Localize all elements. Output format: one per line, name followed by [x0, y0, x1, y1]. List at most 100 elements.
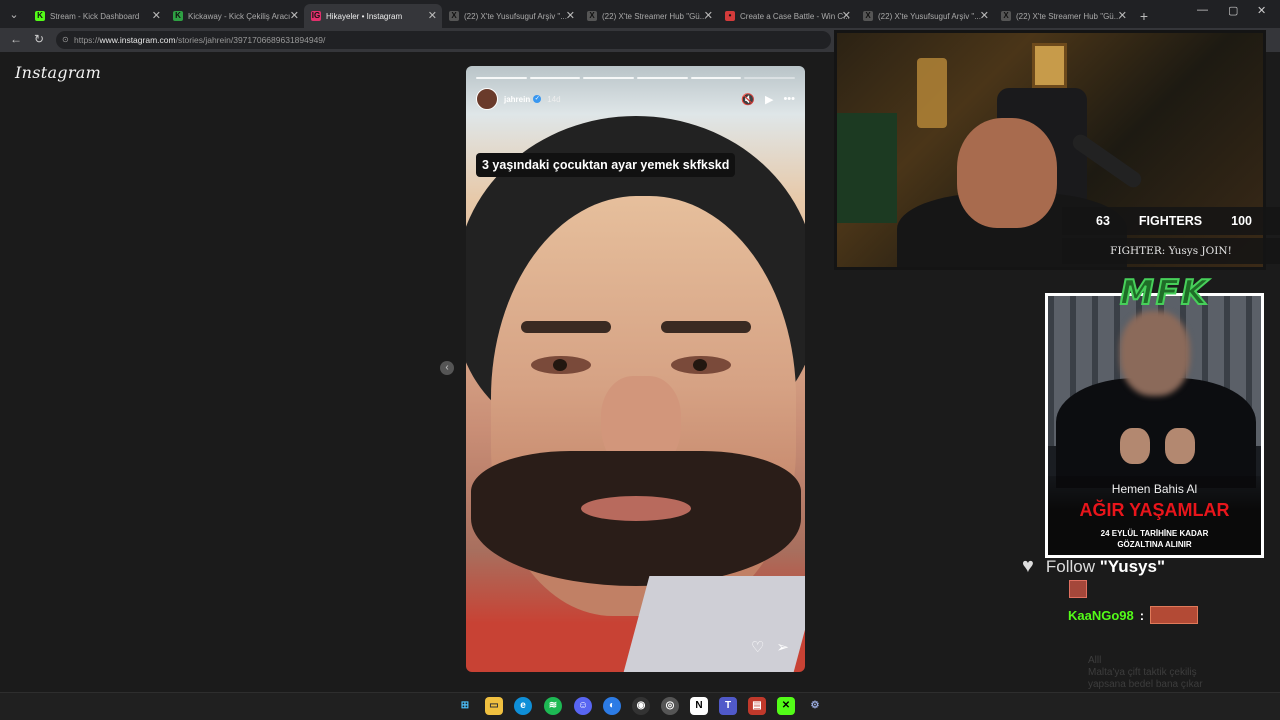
webcam-lamp	[917, 58, 947, 128]
browser-tab[interactable]: • Create a Case Battle - Win C... ✕	[718, 4, 856, 28]
discord-icon[interactable]: ☺	[574, 697, 592, 715]
tab-close-icon[interactable]: ✕	[980, 9, 989, 22]
chrome-icon[interactable]: ◎	[661, 697, 679, 715]
share-icon[interactable]: ➢	[776, 638, 789, 656]
faded-chat-line-1: Alll	[1088, 655, 1102, 666]
mute-icon[interactable]: 🔇	[741, 93, 755, 106]
tab-search-icon[interactable]: ⌄	[0, 0, 28, 28]
tab-title: Hikayeler • Instagram	[326, 11, 403, 21]
browser-tab[interactable]: X (22) X'te Yusufsuguf Arşiv "... ✕	[442, 4, 580, 28]
tab-favicon-icon: •	[725, 11, 735, 21]
teams-icon[interactable]: T	[719, 697, 737, 715]
story-time-ago: 14d	[547, 94, 561, 104]
ad-person-hands	[1120, 428, 1195, 468]
tab-close-icon[interactable]: ✕	[428, 9, 437, 22]
tab-title: (22) X'te Yusufsuguf Arşiv "...	[878, 11, 981, 21]
close-window-icon[interactable]: ✕	[1257, 4, 1266, 17]
browser-tab[interactable]: IG Hikayeler • Instagram ✕	[304, 4, 442, 28]
browser-tab[interactable]: X (22) X'te Streamer Hub "Gü... ✕	[994, 4, 1132, 28]
story-header: jahrein ✓ 14d 🔇 ▶ •••	[476, 88, 795, 110]
tab-bar: ⌄ K Stream - Kick Dashboard ✕ K Kickaway - K…	[0, 0, 1280, 28]
follow-username: "Yusys"	[1099, 556, 1166, 576]
story-photo-shirt	[622, 576, 805, 672]
faded-chat: Alll Malta'ya çift taktik çekiliş yapsan…	[1088, 655, 1228, 691]
chat-colon: :	[1139, 607, 1145, 623]
instagram-logo[interactable]: Instagram	[15, 63, 101, 82]
tab-close-icon[interactable]: ✕	[704, 9, 713, 22]
tab-title: (22) X'te Streamer Hub "Gü...	[602, 11, 707, 21]
tab-close-icon[interactable]: ✕	[290, 9, 299, 22]
url-path: /stories/jahrein/3971706689631894949/	[175, 35, 326, 45]
tab-close-icon[interactable]: ✕	[842, 9, 851, 22]
follow-alert-text: Follow "Yusys"	[1046, 557, 1165, 577]
story-progress-segment	[637, 77, 688, 79]
browser-icon[interactable]: ◐	[603, 697, 621, 715]
webcam-streamer-head	[957, 118, 1057, 228]
browser-tab[interactable]: X (22) X'te Streamer Hub "Gü... ✕	[580, 4, 718, 28]
chat-username: KaaNGo98	[1068, 607, 1134, 623]
tab-title: (22) X'te Streamer Hub "Gü...	[1016, 11, 1121, 21]
obs-icon[interactable]: ◉	[632, 697, 650, 715]
site-info-icon[interactable]: ⊙	[62, 31, 69, 49]
taskbar: ⊞ ▭ e ≋ ☺ ◐ ◉ ◎ N T ▤ ✕ ⚙	[0, 692, 1280, 720]
avatar[interactable]	[476, 88, 498, 110]
play-icon[interactable]: ▶	[765, 93, 773, 106]
ad-hand-right	[1165, 428, 1195, 464]
stream-logo: MFK	[1119, 272, 1210, 314]
url-input[interactable]: ⊙ https://www.instagram.com/stories/jahr…	[56, 31, 831, 49]
story-progress-segment	[690, 77, 742, 79]
story-progress-segment	[529, 77, 581, 79]
tab-favicon-icon: X	[863, 11, 873, 21]
tab-favicon-icon: X	[587, 11, 597, 21]
tab-close-icon[interactable]: ✕	[1118, 9, 1127, 22]
tab-title: Create a Case Battle - Win C...	[740, 11, 850, 21]
ad-subtext-line-1: 24 EYLÜL TARİHİNE KADAR	[1100, 529, 1209, 538]
new-tab-button[interactable]: +	[1132, 4, 1156, 28]
story-photo-brow-right	[661, 321, 751, 333]
tab-close-icon[interactable]: ✕	[566, 9, 575, 22]
edge-icon[interactable]: e	[514, 697, 532, 715]
fighters-left-count: 63	[1096, 214, 1110, 228]
verified-badge-icon: ✓	[533, 95, 542, 103]
tab-close-icon[interactable]: ✕	[152, 9, 161, 22]
follow-alert: ♥ Follow "Yusys"	[1022, 555, 1165, 578]
ad-hand-left	[1120, 428, 1150, 464]
more-options-icon[interactable]: •••	[783, 93, 795, 106]
notion-icon[interactable]: N	[690, 697, 708, 715]
fighter-join-alert: FIGHTER: Yusys JOIN!	[1062, 238, 1280, 264]
story-progress-segment	[744, 77, 796, 79]
story-photo-eye-left	[531, 356, 591, 374]
story-username[interactable]: jahrein	[504, 95, 530, 104]
browser-tab[interactable]: X (22) X'te Yusufsuguf Arşiv "... ✕	[856, 4, 994, 28]
app-icon[interactable]: ▤	[748, 697, 766, 715]
spotify-icon[interactable]: ≋	[544, 697, 562, 715]
tab-favicon-icon: IG	[311, 11, 321, 21]
reload-icon[interactable]: ↻	[34, 32, 44, 46]
previous-story-button[interactable]: ‹	[440, 361, 454, 375]
like-icon[interactable]: ♡	[751, 638, 764, 656]
ad-person-head-blurred	[1120, 311, 1190, 396]
webcam-green-wall	[837, 113, 897, 223]
ad-headline: AĞIR YAŞAMLAR	[1079, 500, 1230, 520]
fighters-label: FIGHTERS	[1138, 214, 1203, 228]
webcam-picture-frame	[1032, 43, 1067, 88]
settings-gear-icon[interactable]: ⚙	[806, 697, 824, 715]
story-footer: ♡ ➢	[751, 638, 789, 656]
tab-title: Stream - Kick Dashboard	[50, 11, 140, 21]
file-explorer-icon[interactable]: ▭	[485, 697, 503, 715]
story-photo-brow-left	[521, 321, 611, 333]
minimize-icon[interactable]: —	[1197, 4, 1208, 16]
start-menu-icon[interactable]: ⊞	[456, 697, 474, 715]
follow-prefix: Follow	[1045, 556, 1095, 576]
story-viewer[interactable]: jahrein ✓ 14d 🔇 ▶ ••• 3 yaşındaki çocukt…	[466, 66, 805, 672]
faded-chat-line-3: yapsana bedel bana çıkar	[1088, 679, 1203, 690]
story-progress-segment	[476, 77, 527, 79]
chat-emote-icon	[1150, 606, 1199, 624]
ad-line-1: Hemen Bahis Al	[1111, 482, 1198, 496]
maximize-icon[interactable]: ▢	[1228, 4, 1238, 17]
browser-tab[interactable]: K Stream - Kick Dashboard ✕	[28, 4, 166, 28]
back-icon[interactable]: ←	[10, 32, 22, 46]
tab-favicon-icon: X	[449, 11, 459, 21]
kick-app-icon[interactable]: ✕	[777, 697, 795, 715]
browser-tab[interactable]: K Kickaway - Kick Çekiliş Aracı ✕	[166, 4, 304, 28]
